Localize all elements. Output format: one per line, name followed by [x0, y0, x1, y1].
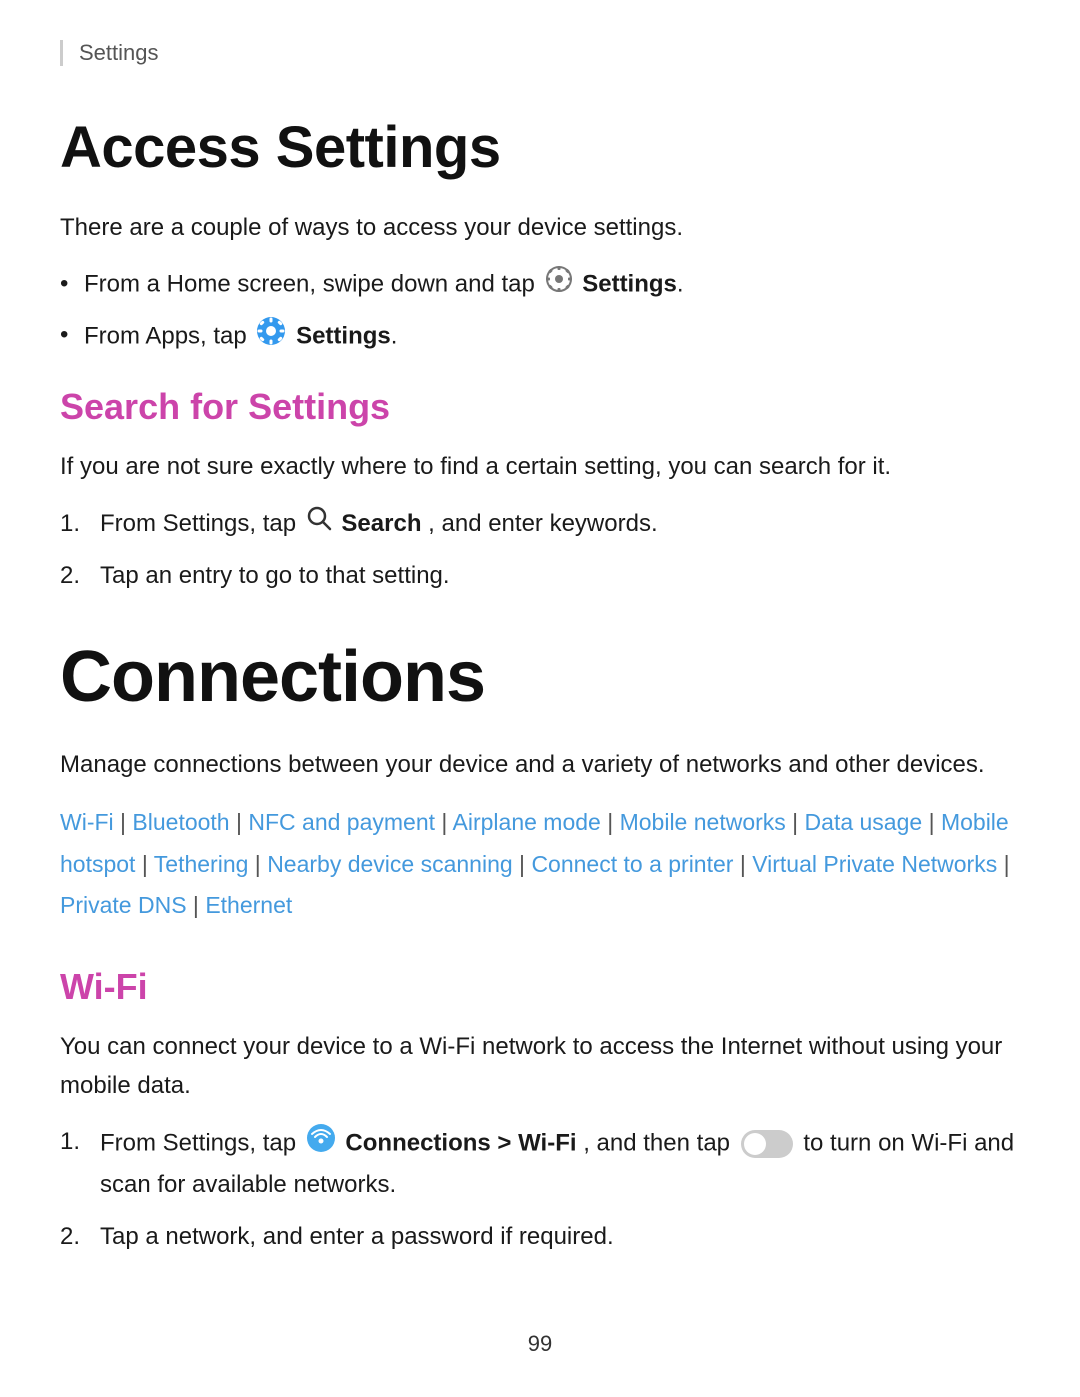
- link-ethernet[interactable]: Ethernet: [205, 892, 292, 918]
- search-settings-intro: If you are not sure exactly where to fin…: [60, 448, 1020, 486]
- link-tethering[interactable]: Tethering: [154, 851, 249, 877]
- bullet-item-1: From a Home screen, swipe down and tap: [60, 265, 1020, 305]
- search-step-1-before: From Settings, tap: [100, 510, 303, 537]
- settings-icon: [256, 316, 286, 358]
- search-step-2-text: Tap an entry to go to that setting.: [100, 562, 450, 589]
- wifi-step-2-text: Tap a network, and enter a password if r…: [100, 1223, 614, 1250]
- wifi-steps-list: From Settings, tap Connections > Wi-Fi ,…: [60, 1123, 1020, 1256]
- search-step-2: Tap an entry to go to that setting.: [60, 557, 1020, 595]
- link-bluetooth[interactable]: Bluetooth: [132, 809, 229, 835]
- wifi-step-2: Tap a network, and enter a password if r…: [60, 1218, 1020, 1256]
- wifi-intro: You can connect your device to a Wi-Fi n…: [60, 1028, 1020, 1105]
- bullet-1-bold: Settings: [582, 271, 677, 298]
- access-settings-list: From a Home screen, swipe down and tap: [60, 265, 1020, 358]
- connections-links: Wi-Fi | Bluetooth | NFC and payment | Ai…: [60, 802, 1020, 926]
- bullet-1-period: .: [677, 271, 684, 298]
- link-wifi[interactable]: Wi-Fi: [60, 809, 114, 835]
- search-step-1-after: , and enter keywords.: [428, 510, 657, 537]
- bullet-2-text-before: From Apps, tap: [84, 322, 253, 349]
- wifi-step-1: From Settings, tap Connections > Wi-Fi ,…: [60, 1123, 1020, 1204]
- search-steps-list: From Settings, tap Search , and enter ke…: [60, 505, 1020, 596]
- link-nearby-scanning[interactable]: Nearby device scanning: [267, 851, 512, 877]
- bullet-1-text-before: From a Home screen, swipe down and tap: [84, 271, 542, 298]
- access-settings-title: Access Settings: [60, 114, 1020, 181]
- bullet-2-bold: Settings: [296, 322, 391, 349]
- link-vpn[interactable]: Virtual Private Networks: [752, 851, 997, 877]
- bullet-item-2: From Apps, tap: [60, 316, 1020, 358]
- link-private-dns[interactable]: Private DNS: [60, 892, 187, 918]
- breadcrumb: Settings: [60, 40, 1020, 66]
- link-data-usage[interactable]: Data usage: [805, 809, 923, 835]
- gear-icon: [545, 265, 573, 305]
- access-settings-intro: There are a couple of ways to access you…: [60, 209, 1020, 247]
- bullet-2-period: .: [391, 322, 398, 349]
- page-number: 99: [528, 1331, 552, 1357]
- search-step-1-bold: Search: [341, 510, 421, 537]
- connections-intro: Manage connections between your device a…: [60, 746, 1020, 784]
- link-airplane[interactable]: Airplane mode: [453, 809, 601, 835]
- connections-icon: [306, 1123, 336, 1165]
- link-nfc[interactable]: NFC and payment: [248, 809, 435, 835]
- wifi-heading: Wi-Fi: [60, 966, 1020, 1008]
- wifi-step-1-bold: Connections > Wi-Fi: [345, 1130, 576, 1157]
- search-settings-heading: Search for Settings: [60, 386, 1020, 428]
- breadcrumb-text: Settings: [79, 40, 159, 65]
- link-mobile-networks[interactable]: Mobile networks: [620, 809, 786, 835]
- search-icon: [306, 505, 332, 543]
- wifi-step-1-middle: , and then tap: [583, 1130, 736, 1157]
- connections-title: Connections: [60, 636, 1020, 718]
- search-step-1: From Settings, tap Search , and enter ke…: [60, 505, 1020, 544]
- wifi-step-1-before: From Settings, tap: [100, 1130, 303, 1157]
- toggle-switch-icon: [741, 1130, 793, 1158]
- link-connect-printer[interactable]: Connect to a printer: [531, 851, 733, 877]
